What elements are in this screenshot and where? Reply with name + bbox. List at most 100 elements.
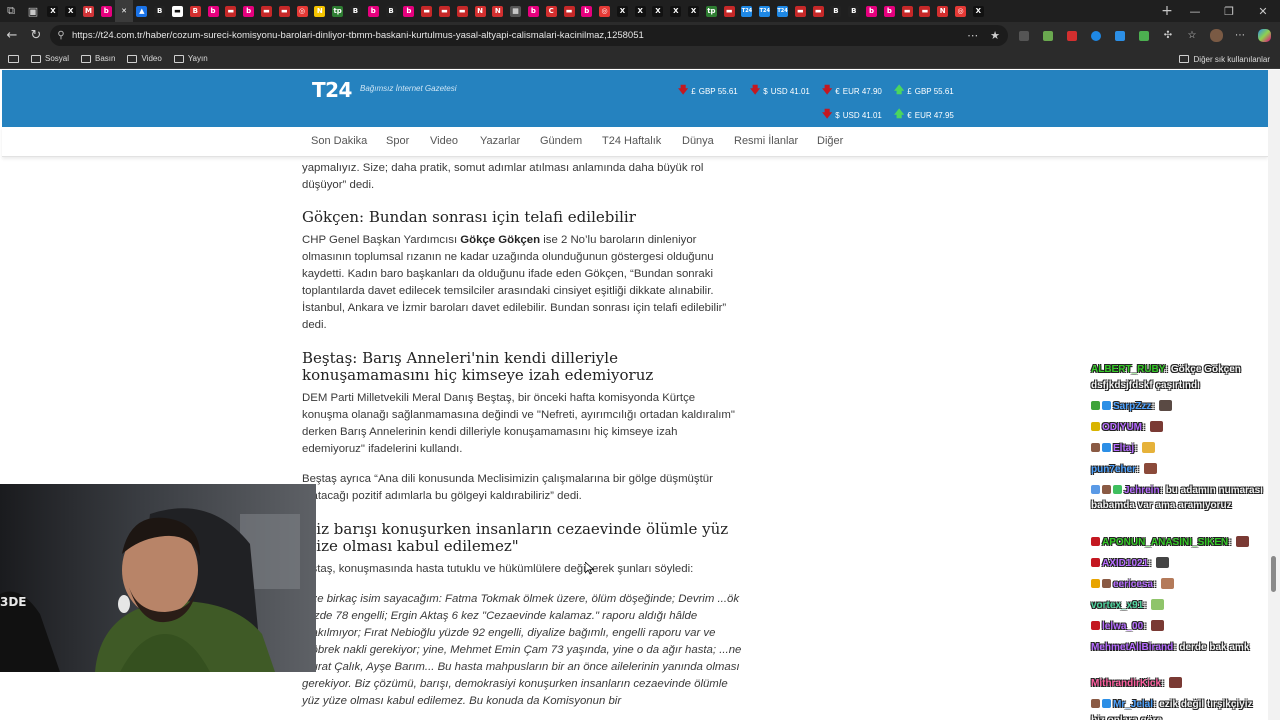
workspaces-icon[interactable]: ⧉ bbox=[0, 0, 22, 22]
site-info-icon[interactable]: ⚲ bbox=[50, 30, 72, 41]
browser-tab[interactable]: X bbox=[969, 0, 987, 22]
browser-tab[interactable]: N bbox=[934, 0, 952, 22]
url-field[interactable]: ⚲ https://t24.com.tr/haber/cozum-sureci-… bbox=[50, 25, 1008, 46]
nav-dunya[interactable]: Dünya bbox=[682, 135, 714, 147]
extension-icon[interactable] bbox=[1084, 30, 1108, 41]
site-logo[interactable]: T24 bbox=[312, 78, 352, 102]
extensions-puzzle-icon[interactable]: ✣ bbox=[1156, 30, 1180, 41]
browser-tab[interactable]: T24 bbox=[738, 0, 756, 22]
browser-tab[interactable]: B bbox=[186, 0, 204, 22]
browser-tab[interactable]: b bbox=[578, 0, 596, 22]
browser-tab[interactable]: ▬ bbox=[720, 0, 738, 22]
extension-icon[interactable] bbox=[1060, 30, 1084, 41]
profile-avatar[interactable] bbox=[1204, 29, 1228, 42]
browser-tab[interactable]: X bbox=[62, 0, 80, 22]
close-window-icon[interactable]: ✕ bbox=[1246, 0, 1280, 22]
page-scrollbar[interactable] bbox=[1268, 70, 1280, 720]
chat-username[interactable]: AXID1021 bbox=[1102, 558, 1148, 569]
browser-tab[interactable]: ▬ bbox=[453, 0, 471, 22]
browser-tab[interactable]: ▬ bbox=[560, 0, 578, 22]
chat-username[interactable]: Jehrein bbox=[1124, 485, 1160, 496]
favorites-icon[interactable]: ☆ bbox=[1180, 30, 1204, 41]
browser-tab[interactable]: ▬ bbox=[222, 0, 240, 22]
browser-tab[interactable]: N bbox=[311, 0, 329, 22]
bookmark-folder-sosyal[interactable]: Sosyal bbox=[31, 54, 69, 63]
minimize-icon[interactable]: — bbox=[1178, 0, 1212, 22]
extension-icon[interactable] bbox=[1108, 30, 1132, 41]
browser-tab[interactable]: b bbox=[204, 0, 222, 22]
browser-tab[interactable]: b bbox=[240, 0, 258, 22]
back-icon[interactable]: ← bbox=[0, 24, 24, 48]
browser-tab[interactable]: ▬ bbox=[898, 0, 916, 22]
browser-tab[interactable]: N bbox=[489, 0, 507, 22]
nav-gundem[interactable]: Gündem bbox=[540, 135, 582, 147]
browser-tab[interactable]: ◎ bbox=[952, 0, 970, 22]
browser-tab[interactable]: B bbox=[845, 0, 863, 22]
browser-tab[interactable]: X bbox=[685, 0, 703, 22]
more-actions-icon[interactable]: ⋯ bbox=[967, 29, 978, 42]
browser-tab[interactable]: ▦ bbox=[507, 0, 525, 22]
browser-tab[interactable]: T24 bbox=[774, 0, 792, 22]
browser-tab[interactable]: ▬ bbox=[169, 0, 187, 22]
copilot-icon[interactable] bbox=[1252, 29, 1276, 42]
browser-tab[interactable]: B bbox=[347, 0, 365, 22]
chat-username[interactable]: vortex_x91 bbox=[1091, 600, 1143, 611]
browser-tab[interactable]: ▬ bbox=[916, 0, 934, 22]
scrollbar-thumb[interactable] bbox=[1271, 556, 1276, 592]
browser-tab[interactable]: N bbox=[471, 0, 489, 22]
chat-username[interactable]: Eltaj bbox=[1113, 443, 1134, 454]
browser-tab[interactable]: tp bbox=[702, 0, 720, 22]
browser-tab[interactable]: tp bbox=[329, 0, 347, 22]
browser-tab[interactable]: X bbox=[649, 0, 667, 22]
browser-tab[interactable]: B bbox=[382, 0, 400, 22]
browser-tab[interactable]: b bbox=[97, 0, 115, 22]
refresh-icon[interactable]: ↻ bbox=[24, 24, 48, 48]
nav-resmi-ilanlar[interactable]: Resmi İlanlar bbox=[734, 135, 798, 147]
browser-tab[interactable]: b bbox=[880, 0, 898, 22]
chat-username[interactable]: SarpZzz bbox=[1113, 401, 1151, 412]
nav-t24-haftalik[interactable]: T24 Haftalık bbox=[602, 135, 661, 147]
browser-tab[interactable]: ▲ bbox=[133, 0, 151, 22]
browser-tab[interactable]: ▬ bbox=[258, 0, 276, 22]
tab-actions-icon[interactable]: ▣ bbox=[22, 0, 44, 22]
nav-yazarlar[interactable]: Yazarlar bbox=[480, 135, 520, 147]
bookmark-folder-video[interactable]: Video bbox=[127, 54, 162, 63]
extension-icon[interactable] bbox=[1132, 30, 1156, 41]
browser-tab[interactable]: B bbox=[827, 0, 845, 22]
browser-tab[interactable]: ✕ bbox=[115, 0, 133, 22]
browser-tab[interactable]: ◎ bbox=[293, 0, 311, 22]
browser-tab[interactable]: ▬ bbox=[418, 0, 436, 22]
chat-username[interactable]: Mr_Jelal bbox=[1113, 699, 1153, 710]
bookmarks-import-icon[interactable] bbox=[8, 54, 19, 63]
chat-username[interactable]: lelwa_00 bbox=[1102, 621, 1143, 632]
browser-tab[interactable]: X bbox=[614, 0, 632, 22]
browser-tab[interactable]: X bbox=[44, 0, 62, 22]
nav-son-dakika[interactable]: Son Dakika bbox=[311, 135, 367, 147]
browser-tab[interactable]: b bbox=[863, 0, 881, 22]
browser-tab[interactable]: ▬ bbox=[791, 0, 809, 22]
chat-username[interactable]: pun7eher bbox=[1091, 464, 1136, 475]
maximize-icon[interactable]: ❐ bbox=[1212, 0, 1246, 22]
nav-spor[interactable]: Spor bbox=[386, 135, 409, 147]
chat-username[interactable]: ODIYUM bbox=[1102, 422, 1142, 433]
browser-tab[interactable]: b bbox=[400, 0, 418, 22]
chat-username[interactable]: APONUN_ANASINI_SIKEN bbox=[1102, 537, 1228, 548]
browser-tab[interactable]: ▬ bbox=[809, 0, 827, 22]
browser-tab[interactable]: b bbox=[525, 0, 543, 22]
browser-tab[interactable]: X bbox=[667, 0, 685, 22]
chat-username[interactable]: MithrandirKick bbox=[1091, 678, 1161, 689]
browser-tab[interactable]: X bbox=[631, 0, 649, 22]
browser-tab[interactable]: ▬ bbox=[436, 0, 454, 22]
browser-tab[interactable]: C bbox=[542, 0, 560, 22]
new-tab-button[interactable]: + bbox=[1156, 3, 1178, 19]
browser-tab[interactable]: M bbox=[80, 0, 98, 22]
extension-icon[interactable] bbox=[1036, 30, 1060, 41]
settings-more-icon[interactable]: ⋯ bbox=[1228, 30, 1252, 41]
browser-tab[interactable]: ▬ bbox=[275, 0, 293, 22]
browser-tab[interactable]: B bbox=[151, 0, 169, 22]
browser-tab[interactable]: ◎ bbox=[596, 0, 614, 22]
chat-username[interactable]: MehmetAliBirand bbox=[1091, 642, 1173, 653]
browser-tab[interactable]: T24 bbox=[756, 0, 774, 22]
bookmark-folder-basin[interactable]: Basın bbox=[81, 54, 115, 63]
nav-video[interactable]: Video bbox=[430, 135, 458, 147]
